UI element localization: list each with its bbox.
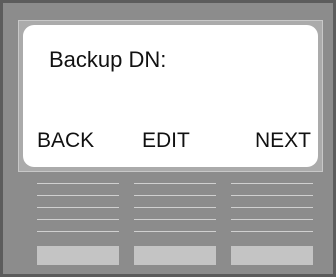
softkey-right-button[interactable] [231,246,313,265]
softkey-edit-label[interactable]: EDIT [142,129,190,153]
screen-prompt: Backup DN: [49,47,167,72]
phone-device: Backup DN: BACK EDIT NEXT [0,0,336,277]
key-label-lines-left [37,183,119,233]
softkey-middle-button[interactable] [134,246,216,265]
lcd-screen: Backup DN: BACK EDIT NEXT [23,25,318,167]
softkey-back-label[interactable]: BACK [37,129,94,153]
softkey-next-label[interactable]: NEXT [255,129,311,153]
key-label-lines-right [231,183,313,233]
softkey-left-button[interactable] [37,246,119,265]
key-label-lines-middle [134,183,216,233]
